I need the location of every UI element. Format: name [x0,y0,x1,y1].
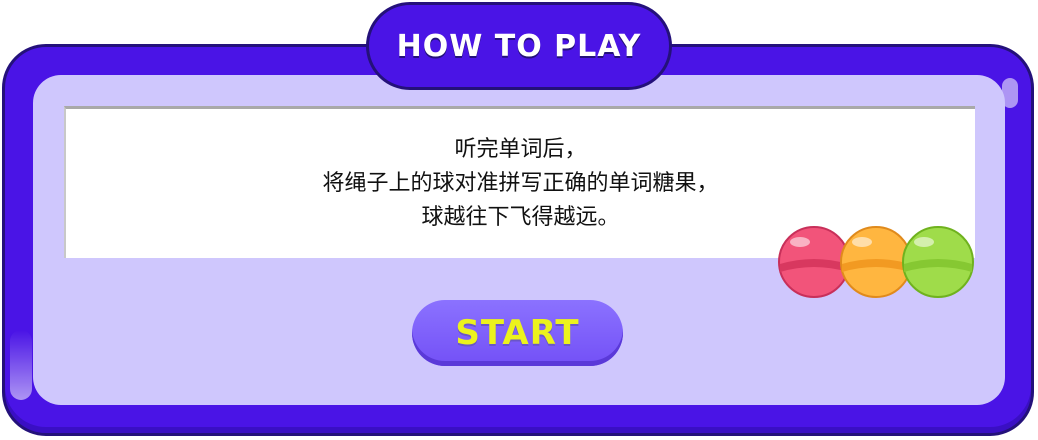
start-button-label: START [455,313,580,353]
title-tab: HOW TO PLAY [366,2,672,90]
instruction-line: 听完单词后， [454,136,587,162]
dialog-title: HOW TO PLAY [396,28,642,64]
instruction-line: 球越往下飞得越远。 [421,204,620,230]
instruction-line: 将绳子上的球对准拼写正确的单词糖果， [322,170,719,196]
candy-decoration [776,224,976,304]
start-button[interactable]: START [412,300,623,366]
green-candy-icon [902,226,974,298]
frame-highlight [10,330,32,400]
